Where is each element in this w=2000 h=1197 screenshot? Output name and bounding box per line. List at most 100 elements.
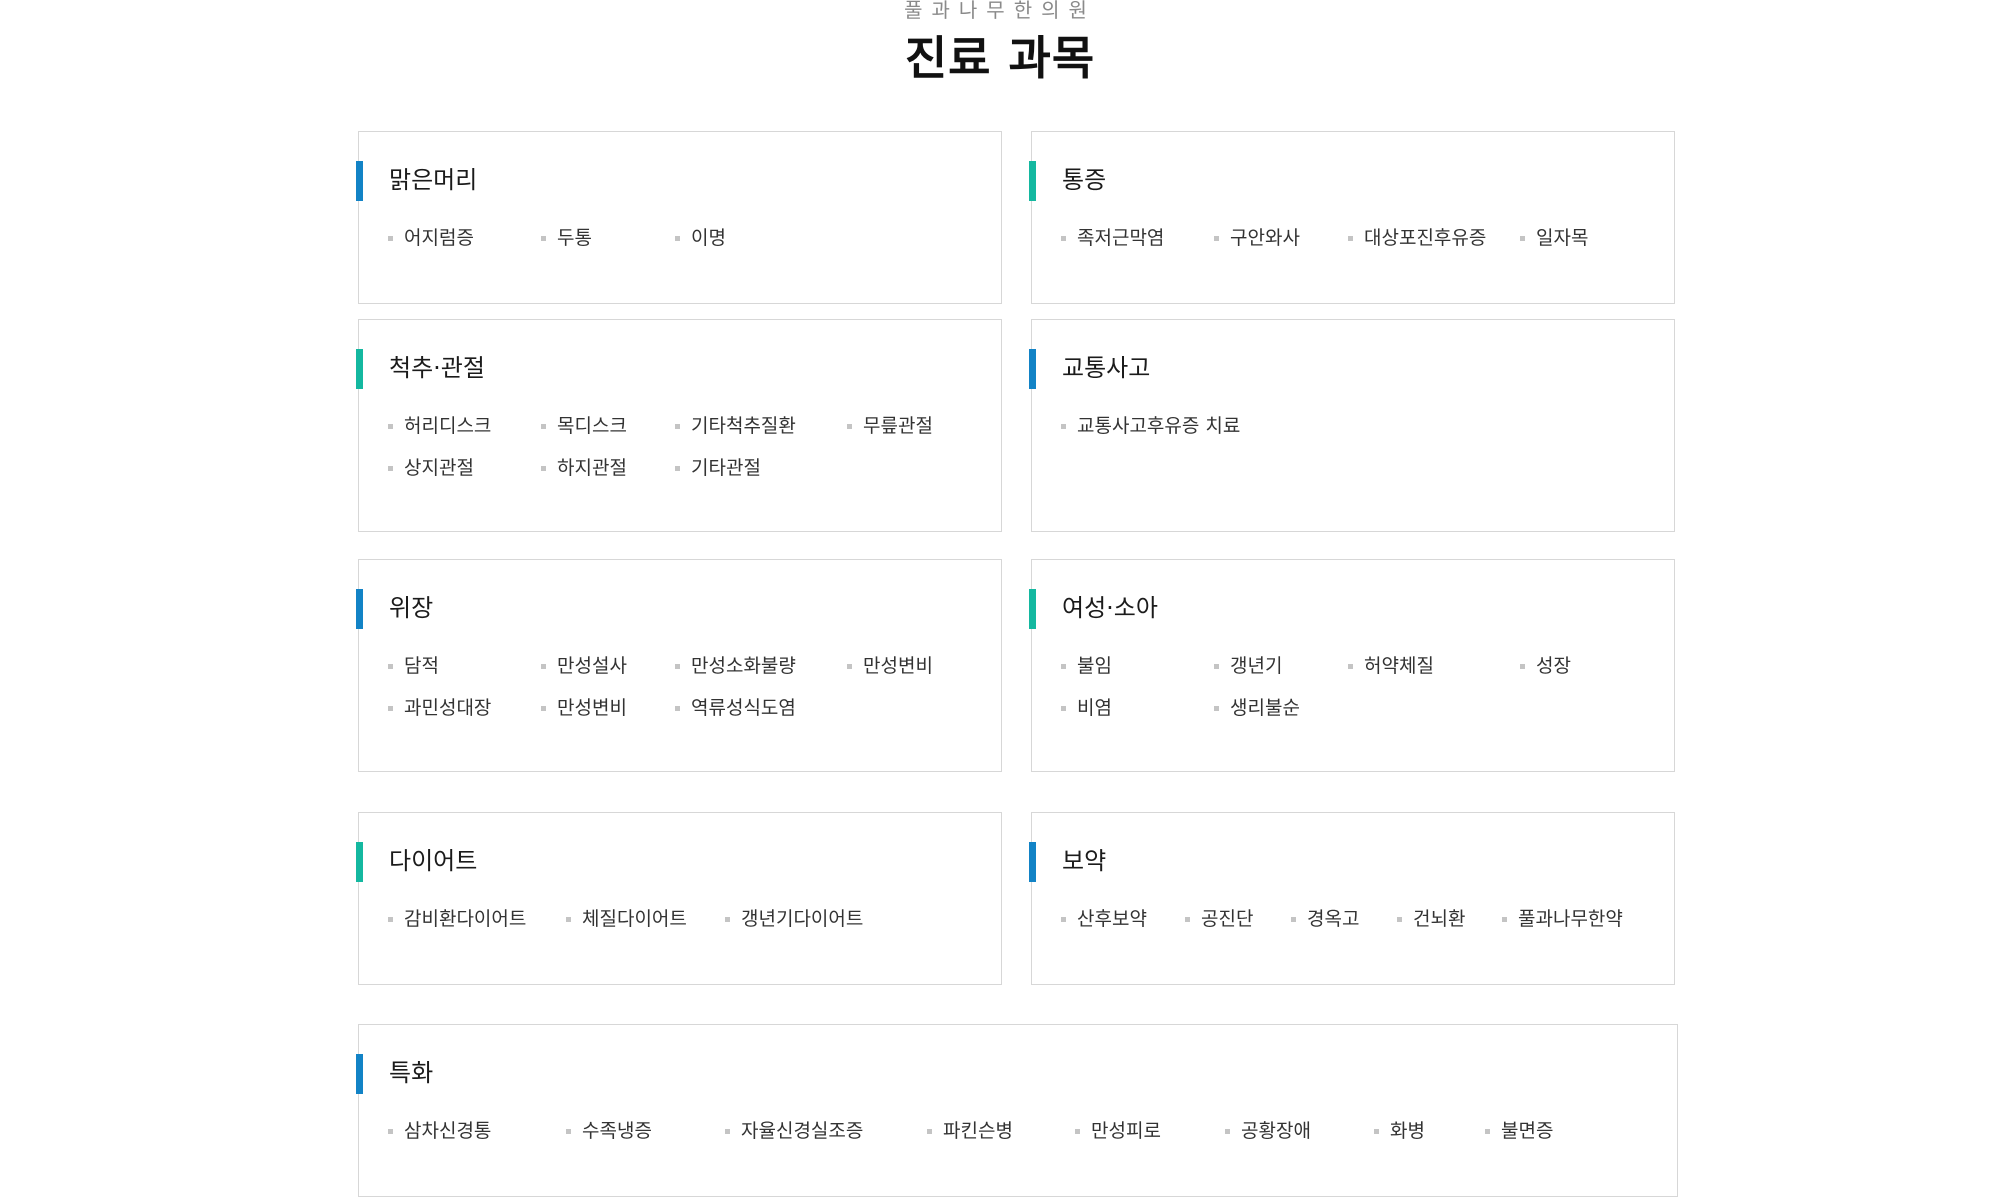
department-item-label: 일자목 xyxy=(1536,227,1589,249)
department-item[interactable]: 교통사고후유증 치료 xyxy=(1061,413,1240,439)
department-item[interactable]: 만성피로 xyxy=(1075,1118,1161,1144)
card-title: 척추·관절 xyxy=(389,354,485,382)
department-item-label: 이명 xyxy=(691,227,726,249)
bullet-icon xyxy=(388,1128,393,1134)
department-card: 여성·소아 불임 갱년기 허약체질 성장 비염 생리불순 xyxy=(1029,559,1675,772)
department-card: 교통사고교통사고후유증 치료 xyxy=(1029,319,1675,532)
department-item[interactable]: 경옥고 xyxy=(1291,906,1359,932)
department-item[interactable]: 어지럼증 xyxy=(388,225,474,251)
department-item[interactable]: 기타척추질환 xyxy=(675,413,796,439)
department-item[interactable]: 화병 xyxy=(1374,1118,1425,1144)
department-item[interactable]: 불임 xyxy=(1061,653,1112,679)
department-item[interactable]: 족저근막염 xyxy=(1061,225,1164,251)
department-item[interactable]: 수족냉증 xyxy=(566,1118,652,1144)
department-item-label: 대상포진후유증 xyxy=(1364,227,1487,249)
department-item[interactable]: 역류성식도염 xyxy=(675,695,796,721)
department-item-label: 기타척추질환 xyxy=(691,415,796,437)
bullet-icon xyxy=(388,663,393,669)
bullet-icon xyxy=(847,663,852,669)
card-title: 보약 xyxy=(1062,847,1107,875)
department-item[interactable]: 만성소화불량 xyxy=(675,653,796,679)
department-item[interactable]: 두통 xyxy=(541,225,592,251)
department-item-label: 족저근막염 xyxy=(1077,227,1165,249)
department-item[interactable]: 만성설사 xyxy=(541,653,627,679)
department-item[interactable]: 자율신경실조증 xyxy=(725,1118,863,1144)
card-accent-bar xyxy=(356,589,363,629)
bullet-icon xyxy=(1225,1128,1230,1134)
bullet-icon xyxy=(1214,235,1219,241)
department-item[interactable]: 구안와사 xyxy=(1214,225,1300,251)
department-item-label: 구안와사 xyxy=(1230,227,1300,249)
department-item-label: 경옥고 xyxy=(1307,908,1360,930)
department-item-label: 건뇌환 xyxy=(1413,908,1466,930)
bullet-icon xyxy=(1520,663,1525,669)
department-item-label: 자율신경실조증 xyxy=(741,1120,864,1142)
department-item-label: 생리불순 xyxy=(1230,697,1300,719)
department-item-label: 비염 xyxy=(1077,697,1112,719)
department-item[interactable]: 만성변비 xyxy=(847,653,933,679)
department-item[interactable]: 이명 xyxy=(675,225,726,251)
clinic-name: 풀과나무한의원 xyxy=(904,0,1096,22)
bullet-icon xyxy=(1061,423,1066,429)
department-item[interactable]: 공진단 xyxy=(1185,906,1253,932)
department-item[interactable]: 기타관절 xyxy=(675,455,761,481)
bullet-icon xyxy=(675,465,680,471)
department-item[interactable]: 비염 xyxy=(1061,695,1112,721)
department-item-label: 갱년기다이어트 xyxy=(741,908,864,930)
department-item[interactable]: 삼차신경통 xyxy=(388,1118,491,1144)
department-item-label: 감비환다이어트 xyxy=(404,908,527,930)
department-item[interactable]: 갱년기 xyxy=(1214,653,1282,679)
bullet-icon xyxy=(1502,916,1507,922)
department-item[interactable]: 체질다이어트 xyxy=(566,906,687,932)
bullet-icon xyxy=(566,1128,571,1134)
department-item[interactable]: 허리디스크 xyxy=(388,413,491,439)
department-item-label: 상지관절 xyxy=(404,457,474,479)
card-accent-bar xyxy=(356,349,363,389)
department-item[interactable]: 갱년기다이어트 xyxy=(725,906,863,932)
department-card: 보약산후보약 공진단 경옥고 건뇌환 풀과나무한약 xyxy=(1029,812,1675,985)
bullet-icon xyxy=(388,916,393,922)
bullet-icon xyxy=(1185,916,1190,922)
department-item[interactable]: 허약체질 xyxy=(1348,653,1434,679)
department-item[interactable]: 상지관절 xyxy=(388,455,474,481)
department-item-label: 만성소화불량 xyxy=(691,655,796,677)
department-item[interactable]: 풀과나무한약 xyxy=(1502,906,1623,932)
card-title: 교통사고 xyxy=(1062,354,1151,382)
bullet-icon xyxy=(1520,235,1525,241)
department-item[interactable]: 무릎관절 xyxy=(847,413,933,439)
department-item-label: 만성변비 xyxy=(557,697,627,719)
department-item-label: 만성변비 xyxy=(863,655,933,677)
bullet-icon xyxy=(1348,235,1353,241)
department-item[interactable]: 파킨슨병 xyxy=(927,1118,1013,1144)
bullet-icon xyxy=(1061,916,1066,922)
department-item-label: 허리디스크 xyxy=(404,415,492,437)
department-item[interactable]: 하지관절 xyxy=(541,455,627,481)
card-title: 맑은머리 xyxy=(389,166,478,194)
department-item[interactable]: 불면증 xyxy=(1485,1118,1553,1144)
card-accent-bar xyxy=(1029,349,1036,389)
department-item[interactable]: 산후보약 xyxy=(1061,906,1147,932)
department-card: 위장 담적 만성설사 만성소화불량 만성변비 과민성대장 만성변비 역류성식도염 xyxy=(356,559,1002,772)
department-item[interactable]: 건뇌환 xyxy=(1397,906,1465,932)
bullet-icon xyxy=(541,235,546,241)
department-item[interactable]: 담적 xyxy=(388,653,439,679)
bullet-icon xyxy=(1061,705,1066,711)
bullet-icon xyxy=(675,423,680,429)
department-item[interactable]: 만성변비 xyxy=(541,695,627,721)
department-item-label: 공황장애 xyxy=(1241,1120,1311,1142)
department-item[interactable]: 공황장애 xyxy=(1225,1118,1311,1144)
department-card: 다이어트 감비환다이어트 체질다이어트 갱년기다이어트 xyxy=(356,812,1002,985)
department-item[interactable]: 과민성대장 xyxy=(388,695,491,721)
department-item[interactable]: 일자목 xyxy=(1520,225,1588,251)
department-item-label: 불임 xyxy=(1077,655,1112,677)
department-card: 맑은머리어지럼증 두통 이명 xyxy=(356,131,1002,304)
department-item[interactable]: 감비환다이어트 xyxy=(388,906,526,932)
department-item-label: 만성설사 xyxy=(557,655,627,677)
bullet-icon xyxy=(1061,235,1066,241)
department-card: 척추·관절허리디스크 목디스크 기타척추질환 무릎관절상지관절 하지관절 기타관절 xyxy=(356,319,1002,532)
department-item[interactable]: 성장 xyxy=(1520,653,1571,679)
department-item[interactable]: 대상포진후유증 xyxy=(1348,225,1486,251)
department-item[interactable]: 목디스크 xyxy=(541,413,627,439)
department-item-label: 성장 xyxy=(1536,655,1571,677)
department-item[interactable]: 생리불순 xyxy=(1214,695,1300,721)
